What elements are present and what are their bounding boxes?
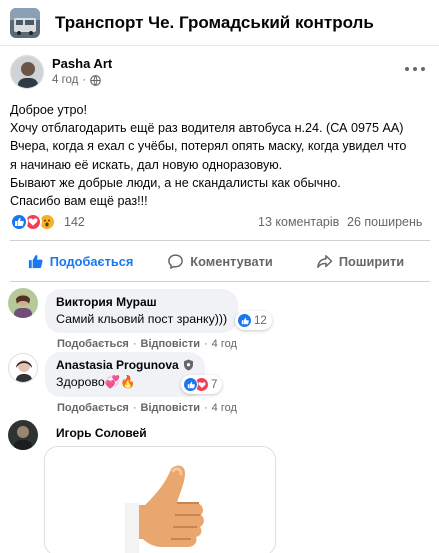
post-line: Доброе утро! bbox=[10, 103, 87, 117]
comment-text: Самий кльовий пост зранку))) bbox=[56, 312, 228, 326]
globe-icon bbox=[90, 74, 102, 86]
reaction-icons[interactable] bbox=[10, 213, 62, 231]
share-label: Поширити bbox=[338, 253, 405, 269]
group-header: Транспорт Че. Громадський контроль bbox=[0, 0, 439, 46]
shares-count[interactable]: 26 поширень bbox=[347, 215, 422, 229]
shield-icon[interactable] bbox=[183, 359, 194, 371]
reactions-summary: 142 13 коментарів 26 поширень bbox=[10, 212, 430, 232]
comment-time[interactable]: 4 год bbox=[212, 402, 237, 414]
post-actions: Подобається Коментувати Поширити bbox=[10, 245, 430, 277]
comment-reaction-count: 12 bbox=[254, 314, 267, 327]
comment-avatar[interactable] bbox=[8, 420, 38, 450]
post-header: Pasha Art 4 год · bbox=[0, 50, 439, 94]
comment-bubble: Anastasia Progunova Здорово💞🔥 bbox=[45, 352, 205, 397]
comment-text: Здорово💞🔥 bbox=[56, 375, 136, 389]
comment-author[interactable]: Виктория Мураш bbox=[56, 295, 227, 309]
share-icon bbox=[316, 254, 333, 268]
comment-like-link[interactable]: Подобається bbox=[57, 402, 129, 414]
comment-reactions[interactable]: 7 bbox=[181, 375, 223, 394]
post-author-name[interactable]: Pasha Art bbox=[52, 56, 112, 71]
comment-photo-attachment[interactable] bbox=[44, 446, 276, 553]
comment-author-row: Anastasia Progunova bbox=[56, 358, 194, 372]
more-options-icon[interactable] bbox=[405, 62, 425, 76]
comment-reply-link[interactable]: Відповісти bbox=[141, 402, 200, 414]
comment-reactions[interactable]: 12 bbox=[235, 311, 272, 330]
comment-actions: Подобається · Відповісти · 4 год bbox=[57, 338, 237, 350]
share-button[interactable]: Поширити bbox=[290, 245, 430, 277]
post-time[interactable]: 4 год bbox=[52, 74, 78, 86]
comment-reply-link[interactable]: Відповісти bbox=[141, 338, 200, 350]
like-label: Подобається bbox=[49, 253, 134, 269]
post-body: Доброе утро! Хочу отблагодарить ещё раз … bbox=[10, 101, 432, 210]
divider bbox=[10, 240, 430, 241]
comment-button[interactable]: Коментувати bbox=[150, 245, 290, 277]
avatar-photo bbox=[8, 288, 38, 318]
comment-author[interactable]: Anastasia Progunova bbox=[56, 358, 179, 372]
reaction-count[interactable]: 142 bbox=[64, 215, 85, 229]
divider bbox=[10, 281, 430, 282]
comment-time[interactable]: 4 год bbox=[212, 338, 237, 350]
post-line: Бывают же добрые люди, а не скандалисты … bbox=[10, 175, 341, 190]
comment-bubble: Виктория Мураш Самий кльовий пост зранку… bbox=[45, 289, 239, 333]
comment-reaction-count: 7 bbox=[211, 378, 218, 391]
author-avatar[interactable] bbox=[10, 55, 44, 89]
avatar-photo bbox=[11, 56, 43, 88]
avatar-photo bbox=[9, 354, 37, 382]
like-icon bbox=[237, 313, 252, 328]
group-title[interactable]: Транспорт Че. Громадський контроль bbox=[55, 13, 374, 33]
comment-avatar[interactable] bbox=[8, 288, 38, 318]
comment-actions: Подобається · Відповісти · 4 год bbox=[57, 402, 237, 414]
comment-like-link[interactable]: Подобається bbox=[57, 338, 129, 350]
avatar-photo bbox=[8, 420, 38, 450]
thumbs-up-icon bbox=[28, 254, 43, 268]
comment-avatar[interactable] bbox=[8, 353, 38, 383]
post-line: Хочу отблагодарить ещё раз водителя авто… bbox=[10, 121, 404, 136]
like-icon bbox=[10, 213, 28, 231]
bus-icon bbox=[10, 8, 40, 38]
comment-icon bbox=[168, 253, 184, 269]
post-line: Спасибо вам ещё раз!!! bbox=[10, 194, 148, 209]
thumbs-up-photo bbox=[45, 447, 275, 553]
like-icon bbox=[183, 377, 198, 392]
comments-count[interactable]: 13 коментарів bbox=[258, 215, 339, 229]
comment-label: Коментувати bbox=[190, 253, 273, 269]
post-meta: 4 год · bbox=[52, 74, 102, 86]
post-line: Вчера, когда я ехал с учёбы, потерял опя… bbox=[10, 139, 407, 154]
post-line: я начинаю её искать, дал новую одноразов… bbox=[10, 157, 283, 172]
group-thumbnail[interactable] bbox=[10, 8, 40, 38]
comment-author[interactable]: Игорь Соловей bbox=[56, 426, 147, 440]
like-button[interactable]: Подобається bbox=[10, 245, 150, 277]
